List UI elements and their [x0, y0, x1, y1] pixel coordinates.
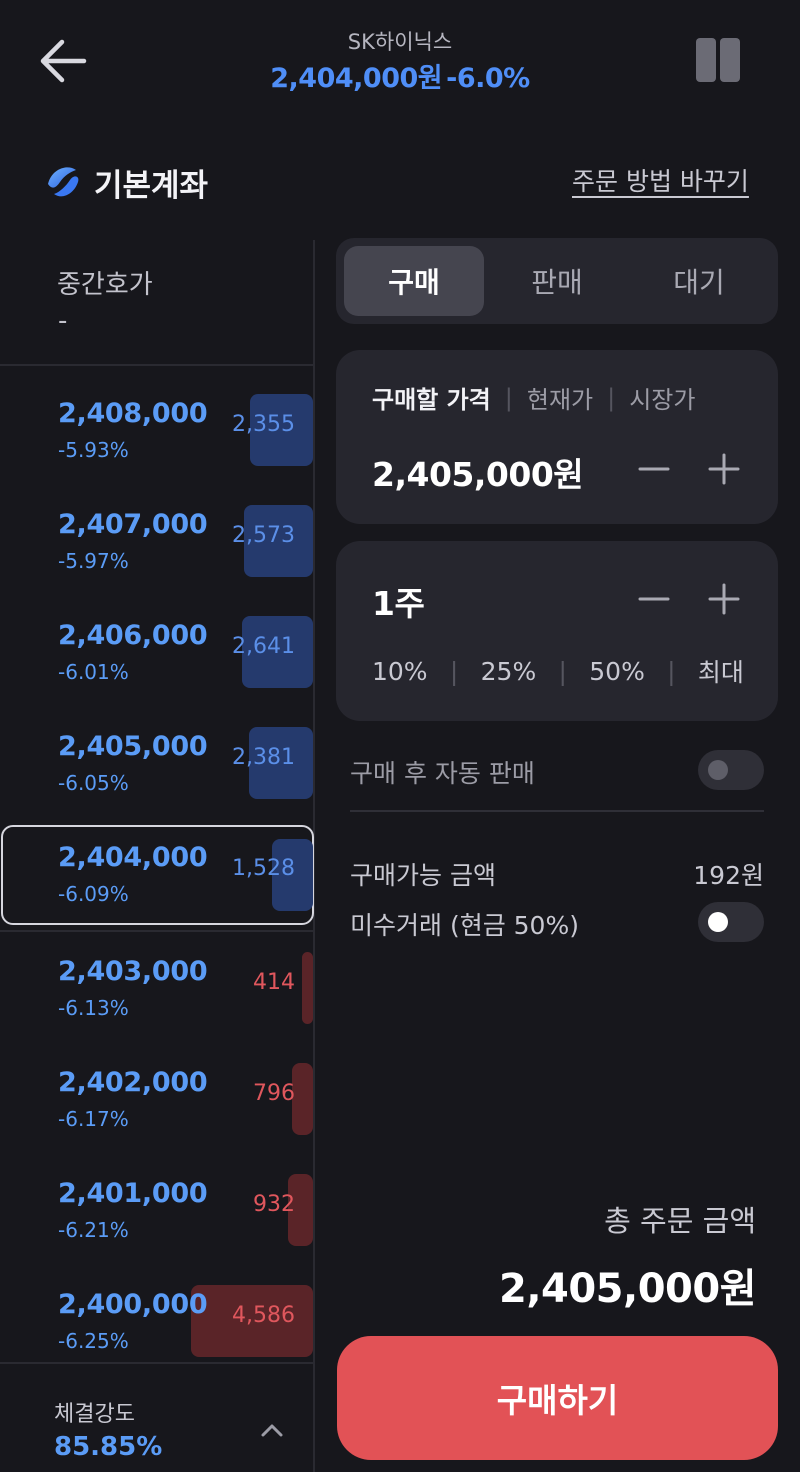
orderbook-row[interactable]: 2,400,000 -6.25% 4,586 [0, 1263, 313, 1374]
orderbook-rate: -5.93% [58, 438, 129, 462]
percent-divider: | [449, 656, 459, 686]
orderbook-row[interactable]: 2,408,000 -5.93% 2,355 [0, 372, 313, 483]
orderbook-qty: 1,528 [232, 856, 295, 881]
orderbook-price: 2,408,000 [58, 398, 208, 429]
percent-10-button[interactable]: 10% [372, 657, 428, 686]
quantity-card: 1주 10% | 25% | 50% | 최대 [336, 541, 778, 721]
price-tab-current[interactable]: 현재가 [527, 380, 593, 415]
total-order-value: 2,405,000원 [498, 1266, 757, 1312]
percent-max-button[interactable]: 최대 [698, 653, 744, 689]
orderbook-price: 2,405,000 [58, 731, 208, 762]
price-tab-limit[interactable]: 구매할 가격 [372, 380, 491, 415]
price-tab-divider: | [504, 383, 513, 412]
orderbook-rate: -6.21% [58, 1218, 129, 1242]
percent-divider: | [558, 656, 567, 686]
margin-trading-toggle[interactable] [698, 902, 764, 942]
auto-sell-label: 구매 후 자동 판매 [350, 759, 535, 788]
auto-sell-toggle[interactable] [698, 750, 764, 790]
orderbook-price: 2,402,000 [58, 1067, 208, 1098]
mid-price-value: - [58, 306, 68, 336]
account-name: 기본계좌 [94, 168, 209, 204]
available-amount-value: 192원 [693, 861, 764, 890]
orderbook-row[interactable]: 2,401,000 -6.21% 932 [0, 1152, 313, 1263]
order-quantity-value[interactable]: 1주 [372, 577, 425, 625]
orderbook-qty: 2,355 [232, 412, 295, 437]
orderbook-row-current[interactable]: 2,404,000 -6.09% 1,528 [0, 816, 313, 927]
trade-strength-label: 체결강도 [54, 1402, 135, 1427]
orderbook-price: 2,404,000 [58, 842, 208, 873]
orderbook-rate: -6.25% [58, 1329, 129, 1353]
orderbook-rate: -6.13% [58, 996, 129, 1020]
orderbook-qty: 2,573 [232, 523, 295, 548]
margin-trading-label: 미수거래 (현금 50%) [350, 911, 579, 940]
toss-logo-icon [48, 167, 79, 197]
tab-sell[interactable]: 판매 [487, 246, 627, 316]
tab-buy[interactable]: 구매 [344, 246, 484, 316]
stock-name: SK하이닉스 [347, 30, 453, 54]
order-type-tabs: 구매 판매 대기 [336, 238, 778, 324]
percent-divider: | [667, 656, 676, 686]
price-tab-market[interactable]: 시장가 [629, 380, 695, 415]
orderbook-bottom-divider [0, 1362, 313, 1364]
orderbook-rate: -5.97% [58, 549, 129, 573]
percent-25-button[interactable]: 25% [481, 657, 537, 686]
order-price-value[interactable]: 2,405,000원 [372, 448, 584, 496]
tab-pending[interactable]: 대기 [629, 246, 769, 316]
price-type-tabs: 구매할 가격 | 현재가 | 시장가 [372, 380, 695, 415]
chart-toggle-button[interactable] [696, 38, 744, 84]
price-tab-divider: | [607, 383, 616, 412]
minus-icon[interactable] [636, 579, 672, 619]
header-price: 2,404,000원 -6.0% [0, 56, 800, 95]
orderbook-qty: 796 [253, 1081, 295, 1106]
orderbook-row[interactable]: 2,405,000 -6.05% 2,381 [0, 705, 313, 816]
orderbook-row[interactable]: 2,407,000 -5.97% 2,573 [0, 483, 313, 594]
orderbook-rate: -6.17% [58, 1107, 129, 1131]
price-stepper [636, 449, 746, 489]
pause-bars-icon [696, 38, 716, 82]
current-price: 2,404,000원 [270, 63, 443, 94]
change-order-method-link[interactable]: 주문 방법 바꾸기 [572, 162, 749, 198]
options-divider [350, 810, 764, 812]
orderbook-rate: -6.09% [58, 882, 129, 906]
orderbook-price: 2,401,000 [58, 1178, 208, 1209]
orderbook-qty: 2,381 [232, 745, 295, 770]
orderbook-qty: 4,586 [232, 1303, 295, 1328]
orderbook-price: 2,406,000 [58, 620, 208, 651]
chevron-up-icon[interactable] [258, 1420, 286, 1440]
toggle-knob [708, 760, 728, 780]
buy-button[interactable]: 구매하기 [337, 1336, 778, 1460]
available-amount-label: 구매가능 금액 [350, 861, 496, 890]
orderbook-rate: -6.05% [58, 771, 129, 795]
total-order-label: 총 주문 금액 [604, 1204, 756, 1238]
quantity-stepper [636, 579, 746, 619]
orderbook-qty: 2,641 [232, 634, 295, 659]
percent-50-button[interactable]: 50% [589, 657, 645, 686]
orderbook-price: 2,400,000 [58, 1289, 208, 1320]
orderbook-row[interactable]: 2,403,000 -6.13% 414 [0, 930, 313, 1041]
volume-bar [292, 1063, 313, 1135]
orderbook-rate: -6.01% [58, 660, 129, 684]
orderbook-qty: 932 [253, 1192, 295, 1217]
orderbook-price: 2,407,000 [58, 509, 208, 540]
trade-strength-value: 85.85% [54, 1432, 163, 1462]
orderbook-qty: 414 [253, 970, 295, 995]
plus-icon[interactable] [706, 579, 742, 619]
orderbook-row[interactable]: 2,402,000 -6.17% 796 [0, 1041, 313, 1152]
toggle-knob [708, 912, 728, 932]
quantity-percent-options: 10% | 25% | 50% | 최대 [372, 653, 744, 689]
volume-bar [302, 952, 313, 1024]
orderbook-top-divider [0, 364, 313, 366]
plus-icon[interactable] [706, 449, 742, 489]
change-rate: -6.0% [446, 63, 530, 94]
mid-price-label: 중간호가 [57, 270, 153, 300]
pause-bar-right [720, 38, 740, 82]
price-card: 구매할 가격 | 현재가 | 시장가 2,405,000원 [336, 350, 778, 524]
minus-icon[interactable] [636, 449, 672, 489]
orderbook-row[interactable]: 2,406,000 -6.01% 2,641 [0, 594, 313, 705]
orderbook-price: 2,403,000 [58, 956, 208, 987]
